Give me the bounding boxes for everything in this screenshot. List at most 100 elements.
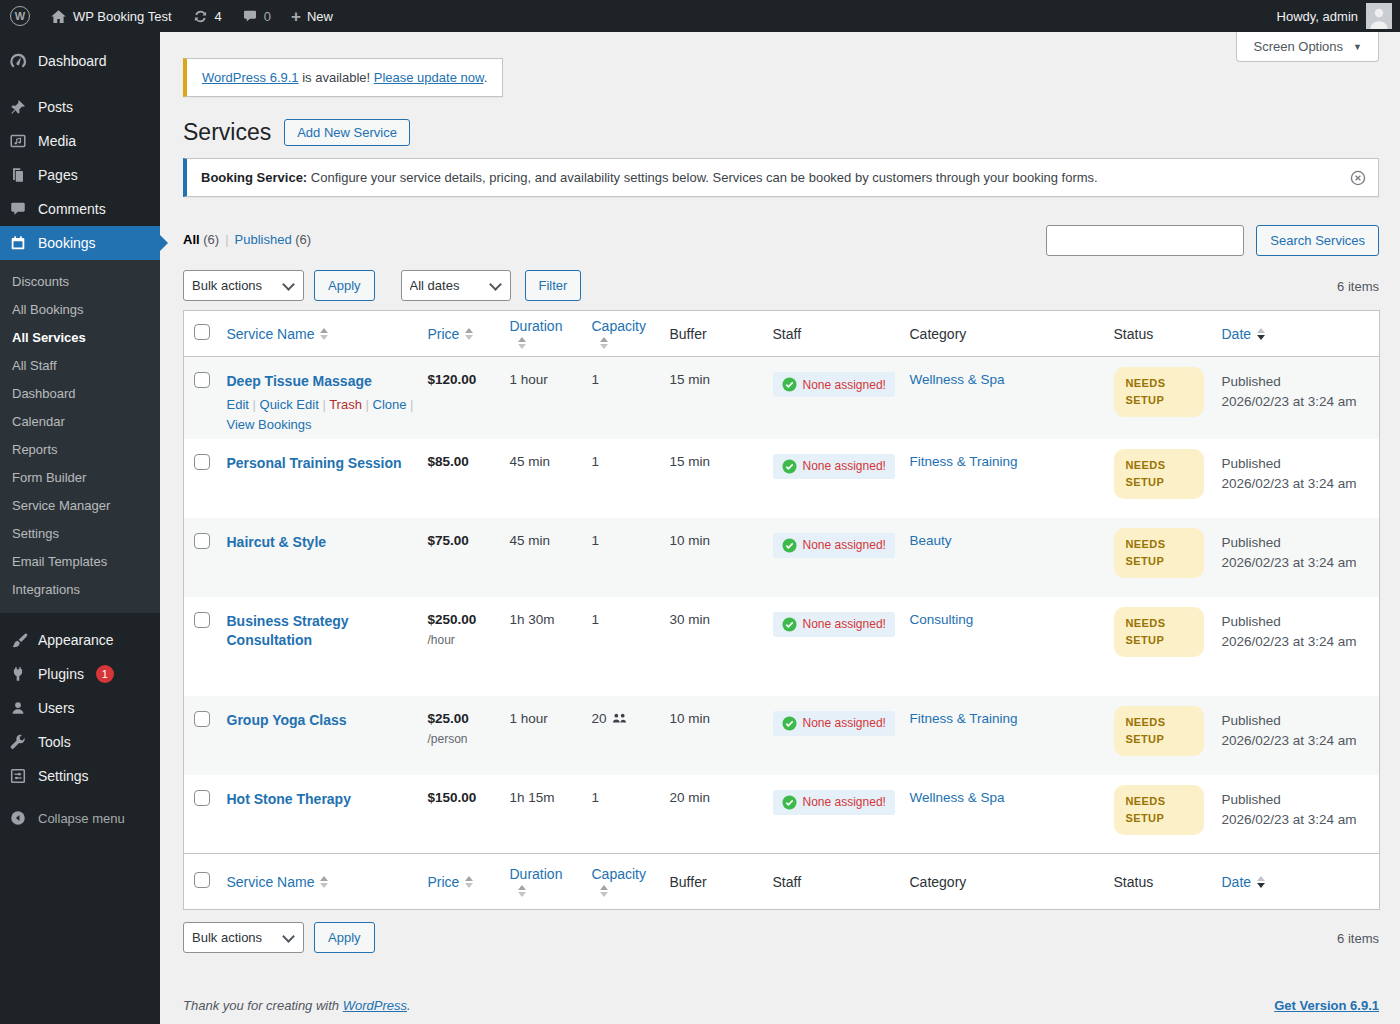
- sidebar-item-users[interactable]: Users: [0, 691, 160, 725]
- row-checkbox[interactable]: [194, 711, 210, 727]
- publish-date: 2026/02/23 at 3:24 am: [1222, 555, 1357, 570]
- submenu-settings[interactable]: Settings: [0, 519, 160, 547]
- select-all-checkbox[interactable]: [194, 872, 210, 888]
- sidebar-item-comments[interactable]: Comments: [0, 192, 160, 226]
- column-header-date[interactable]: Date: [1215, 311, 1380, 357]
- category-link[interactable]: Wellness & Spa: [910, 790, 1005, 805]
- column-header-price[interactable]: Price: [421, 311, 503, 357]
- comments-menu[interactable]: 0: [232, 0, 281, 32]
- dates-filter-select[interactable]: All dates: [401, 270, 511, 301]
- select-all-checkbox[interactable]: [194, 324, 210, 340]
- row-checkbox[interactable]: [194, 790, 210, 806]
- sidebar-item-appearance[interactable]: Appearance: [0, 623, 160, 657]
- submenu-all-staff[interactable]: All Staff: [0, 351, 160, 379]
- updates-menu[interactable]: 4: [182, 0, 232, 32]
- get-version-link[interactable]: Get Version 6.9.1: [1274, 998, 1379, 1013]
- row-checkbox[interactable]: [194, 612, 210, 628]
- update-nag-text: is available!: [299, 70, 374, 85]
- sort-icon: [320, 876, 328, 888]
- users-icon: [8, 698, 28, 718]
- view-bookings-link[interactable]: View Bookings: [227, 417, 312, 432]
- check-circle-icon: [782, 716, 797, 731]
- filter-button[interactable]: Filter: [525, 270, 582, 301]
- collapse-menu-button[interactable]: Collapse menu: [0, 801, 160, 835]
- row-checkbox[interactable]: [194, 533, 210, 549]
- wordpress-version-link[interactable]: WordPress 6.9.1: [202, 70, 299, 85]
- search-services-input[interactable]: [1046, 225, 1244, 256]
- sidebar-item-tools[interactable]: Tools: [0, 725, 160, 759]
- service-name-link[interactable]: Business Strategy Consultation: [227, 612, 377, 650]
- column-header-capacity[interactable]: Capacity: [585, 311, 663, 357]
- bulk-actions-select[interactable]: Bulk actions: [183, 270, 304, 301]
- apply-button-bottom[interactable]: Apply: [314, 922, 375, 953]
- filter-all-link[interactable]: All (6): [183, 232, 219, 247]
- service-name-link[interactable]: Hot Stone Therapy: [227, 790, 351, 809]
- row-checkbox[interactable]: [194, 372, 210, 388]
- new-menu[interactable]: + New: [281, 0, 343, 32]
- column-header-service-name[interactable]: Service Name: [220, 311, 421, 357]
- submenu-reports[interactable]: Reports: [0, 435, 160, 463]
- service-name-link[interactable]: Deep Tissue Massage: [227, 372, 372, 391]
- column-footer-category: Category: [903, 854, 1107, 910]
- sidebar-label: Comments: [38, 201, 106, 217]
- service-name-link[interactable]: Personal Training Session: [227, 454, 402, 473]
- staff-badge: None assigned!: [773, 372, 895, 397]
- wordpress-link[interactable]: WordPress: [343, 998, 407, 1013]
- sidebar-item-posts[interactable]: Posts: [0, 90, 160, 124]
- column-footer-date[interactable]: Date: [1215, 854, 1380, 910]
- wordpress-logo-menu[interactable]: W: [0, 0, 40, 32]
- row-checkbox[interactable]: [194, 454, 210, 470]
- sidebar-item-bookings[interactable]: Bookings: [0, 226, 160, 260]
- howdy-text[interactable]: Howdy, admin: [1277, 9, 1358, 24]
- avatar[interactable]: [1366, 3, 1392, 29]
- bulk-actions-select-bottom[interactable]: Bulk actions: [183, 922, 304, 953]
- column-footer-service-name[interactable]: Service Name: [220, 854, 421, 910]
- submenu-all-bookings[interactable]: All Bookings: [0, 295, 160, 323]
- submenu-service-manager[interactable]: Service Manager: [0, 491, 160, 519]
- category-link[interactable]: Fitness & Training: [910, 454, 1018, 469]
- search-services-button[interactable]: Search Services: [1256, 225, 1379, 256]
- screen-options-button[interactable]: Screen Options ▼: [1236, 32, 1379, 62]
- submenu-dashboard[interactable]: Dashboard: [0, 379, 160, 407]
- submenu-integrations[interactable]: Integrations: [0, 575, 160, 603]
- sidebar-item-dashboard[interactable]: Dashboard: [0, 44, 160, 78]
- column-header-duration[interactable]: Duration: [503, 311, 585, 357]
- quick-edit-link[interactable]: Quick Edit: [260, 397, 319, 412]
- clone-link[interactable]: Clone: [373, 397, 407, 412]
- sidebar-item-pages[interactable]: Pages: [0, 158, 160, 192]
- site-name-link[interactable]: WP Booking Test: [40, 0, 182, 32]
- sort-icon: [1257, 876, 1265, 888]
- submenu-all-services[interactable]: All Services: [0, 323, 160, 351]
- column-header-buffer: Buffer: [663, 311, 766, 357]
- sidebar-label: Media: [38, 133, 76, 149]
- trash-link[interactable]: Trash: [329, 397, 362, 412]
- service-name-link[interactable]: Haircut & Style: [227, 533, 327, 552]
- update-icon: [192, 8, 209, 25]
- duration-value: 1 hour: [503, 696, 585, 775]
- column-footer-price[interactable]: Price: [421, 854, 503, 910]
- apply-button[interactable]: Apply: [314, 270, 375, 301]
- submenu-email-templates[interactable]: Email Templates: [0, 547, 160, 575]
- update-now-link[interactable]: Please update now: [374, 70, 484, 85]
- site-name: WP Booking Test: [73, 9, 172, 24]
- category-link[interactable]: Wellness & Spa: [910, 372, 1005, 387]
- comments-icon: [8, 199, 28, 219]
- service-name-link[interactable]: Group Yoga Class: [227, 711, 347, 730]
- submenu-form-builder[interactable]: Form Builder: [0, 463, 160, 491]
- category-link[interactable]: Fitness & Training: [910, 711, 1018, 726]
- sidebar-item-settings[interactable]: Settings: [0, 759, 160, 793]
- column-footer-duration[interactable]: Duration: [503, 854, 585, 910]
- sidebar-item-plugins[interactable]: Plugins 1: [0, 657, 160, 691]
- submenu-discounts[interactable]: Discounts: [0, 267, 160, 295]
- dismiss-notice-button[interactable]: [1349, 169, 1367, 187]
- check-circle-icon: [782, 377, 797, 392]
- sidebar-label: Dashboard: [38, 53, 107, 69]
- edit-link[interactable]: Edit: [227, 397, 249, 412]
- sidebar-item-media[interactable]: Media: [0, 124, 160, 158]
- category-link[interactable]: Consulting: [910, 612, 974, 627]
- add-new-service-button[interactable]: Add New Service: [284, 119, 410, 146]
- filter-published-link[interactable]: Published (6): [235, 232, 312, 247]
- category-link[interactable]: Beauty: [910, 533, 952, 548]
- column-footer-capacity[interactable]: Capacity: [585, 854, 663, 910]
- submenu-calendar[interactable]: Calendar: [0, 407, 160, 435]
